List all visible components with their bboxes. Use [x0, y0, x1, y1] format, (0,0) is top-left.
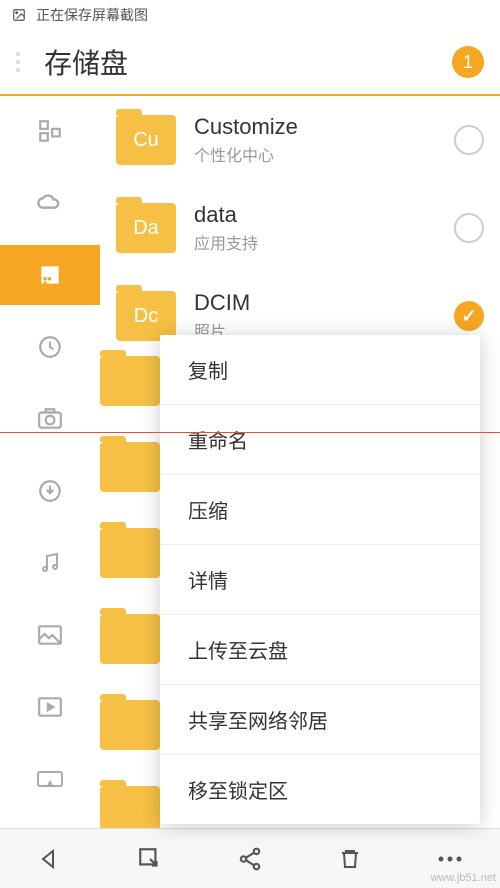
folder-name: DCIM [194, 290, 436, 316]
menu-item-compress[interactable]: 压缩 [160, 475, 480, 545]
menu-item-rename[interactable]: 重命名 [160, 405, 480, 475]
back-button[interactable] [36, 845, 64, 873]
sidebar [0, 96, 100, 828]
select-icon [137, 846, 163, 872]
folder-icon: Da [116, 203, 176, 253]
page-title: 存储盘 [44, 42, 452, 82]
category-icon [37, 118, 63, 144]
sidebar-item-recent[interactable] [35, 332, 65, 362]
status-text: 正在保存屏幕截图 [36, 5, 148, 25]
trash-icon [338, 846, 362, 872]
folder-name: data [194, 202, 436, 228]
annotation-line [0, 432, 500, 433]
menu-item-share-network[interactable]: 共享至网络邻居 [160, 685, 480, 755]
folder-checkbox[interactable] [454, 301, 484, 331]
more-icon [437, 855, 463, 863]
folder-icon [100, 528, 160, 578]
folder-sub: 应用支持 [194, 230, 436, 254]
header: 存储盘 1 [0, 30, 500, 96]
storage-icon [37, 262, 63, 288]
clock-icon [37, 334, 63, 360]
sidebar-item-cloud[interactable] [35, 188, 65, 218]
video-icon [37, 696, 63, 718]
camera-icon [37, 408, 63, 430]
watermark: www.jb51.net [431, 872, 496, 884]
download-icon [37, 478, 63, 504]
drag-handle-icon[interactable] [16, 52, 28, 72]
sidebar-item-video[interactable] [35, 692, 65, 722]
delete-button[interactable] [336, 845, 364, 873]
folder-checkbox[interactable] [454, 213, 484, 243]
image-icon [10, 8, 28, 22]
menu-item-upload-cloud[interactable]: 上传至云盘 [160, 615, 480, 685]
share-button[interactable] [236, 845, 264, 873]
folder-row[interactable]: Da data 应用支持 [100, 184, 500, 272]
sidebar-item-download[interactable] [35, 476, 65, 506]
folder-icon: Cu [116, 115, 176, 165]
menu-item-move-locked[interactable]: 移至锁定区 [160, 755, 480, 824]
sidebar-item-vr[interactable] [35, 764, 65, 794]
folder-checkbox[interactable] [454, 125, 484, 155]
context-menu: 复制 重命名 压缩 详情 上传至云盘 共享至网络邻居 移至锁定区 [160, 335, 480, 824]
back-icon [38, 847, 62, 871]
folder-icon [100, 442, 160, 492]
sidebar-item-storage[interactable] [0, 245, 100, 305]
folder-name: Customize [194, 114, 436, 140]
folder-icon [100, 356, 160, 406]
sidebar-item-image[interactable] [35, 620, 65, 650]
selection-badge: 1 [452, 46, 484, 78]
folder-sub: 个性化中心 [194, 142, 436, 166]
folder-text: Customize 个性化中心 [194, 114, 436, 166]
ghost-folders [100, 356, 160, 872]
bottom-toolbar [0, 828, 500, 888]
music-icon [38, 550, 62, 576]
sidebar-item-camera[interactable] [35, 404, 65, 434]
select-button[interactable] [136, 845, 164, 873]
menu-item-details[interactable]: 详情 [160, 545, 480, 615]
more-button[interactable] [436, 845, 464, 873]
share-icon [237, 846, 263, 872]
folder-icon: Dc [116, 291, 176, 341]
folder-text: data 应用支持 [194, 202, 436, 254]
sidebar-item-category[interactable] [35, 116, 65, 146]
cloud-icon [36, 193, 64, 213]
vr-icon [36, 770, 64, 788]
picture-icon [37, 624, 63, 646]
menu-item-copy[interactable]: 复制 [160, 335, 480, 405]
folder-icon [100, 614, 160, 664]
folder-icon [100, 700, 160, 750]
folder-row[interactable]: Cu Customize 个性化中心 [100, 96, 500, 184]
sidebar-item-music[interactable] [35, 548, 65, 578]
status-bar: 正在保存屏幕截图 [0, 0, 500, 30]
